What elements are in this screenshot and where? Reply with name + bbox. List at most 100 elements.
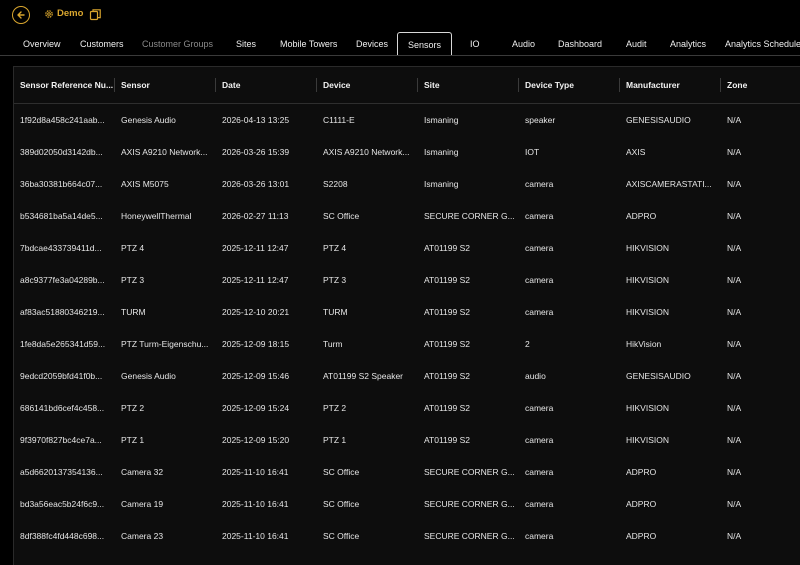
tab-dashboard[interactable]: Dashboard (558, 32, 602, 56)
cell-site: SECURE CORNER G... (424, 531, 515, 541)
cell-site: AT01199 S2 (424, 243, 470, 253)
cell-date: 2025-12-11 12:47 (222, 275, 289, 285)
cell-device-type: 2 (525, 339, 530, 349)
cell-site: AT01199 S2 (424, 435, 470, 445)
cell-sensor-reference: bd3a56eac5b24f6c9... (20, 499, 105, 509)
table-row[interactable]: 389d02050d3142db... AXIS A9210 Network...… (14, 136, 800, 168)
cell-device-type: audio (525, 371, 546, 381)
column-header-site[interactable]: Site (418, 67, 519, 103)
column-header-device[interactable]: Device (317, 67, 418, 103)
cell-sensor-reference: 9f3970f827bc4ce7a... (20, 435, 102, 445)
table-row[interactable]: 8df388fc4fd448c698... Camera 23 2025-11-10… (14, 520, 800, 552)
tab-mobile-towers[interactable]: Mobile Towers (280, 32, 337, 56)
cell-device-type: IOT (525, 147, 540, 157)
table-row[interactable]: bd3a56eac5b24f6c9... Camera 19 2025-11-10 … (14, 488, 800, 520)
tab-sensors[interactable]: Sensors (397, 32, 453, 56)
cell-sensor: AXIS M5075 (121, 179, 169, 189)
column-header-device-type[interactable]: Device Type (519, 67, 620, 103)
column-header-sensor[interactable]: Sensor (115, 67, 216, 103)
table-row[interactable]: b534681ba5a14de5... HoneywellThermal 2026-… (14, 200, 800, 232)
cell-manufacturer: ADPRO (626, 499, 657, 509)
cell-sensor: Camera 23 (121, 531, 164, 541)
tab-devices[interactable]: Devices (356, 32, 388, 56)
cell-sensor: Camera 32 (121, 467, 164, 477)
cell-device-type: camera (525, 243, 554, 253)
table-row[interactable]: a8c9377fe3a04289b... PTZ 3 2025-12-11 12:4… (14, 264, 800, 296)
cell-sensor: Camera 19 (121, 499, 164, 509)
column-header-manufacturer[interactable]: Manufacturer (620, 67, 721, 103)
cell-device: SC Office (323, 211, 360, 221)
cell-manufacturer: ADPRO (626, 211, 657, 221)
copy-icon[interactable] (89, 8, 102, 21)
cell-sensor: PTZ Turm-Eigenschu... (121, 339, 209, 349)
gear-icon (45, 9, 53, 18)
cell-zone: N/A (727, 211, 742, 221)
table-row[interactable]: 9f3970f827bc4ce7a... PTZ 1 2025-12-09 15:2… (14, 424, 800, 456)
cell-sensor-reference: af83ac51880346219... (20, 307, 105, 317)
cell-device-type: camera (525, 403, 554, 413)
cell-date: 2025-11-10 16:41 (222, 499, 289, 509)
cell-zone: N/A (727, 531, 742, 541)
cell-device: PTZ 3 (323, 275, 347, 285)
cell-date: 2025-12-09 18:15 (222, 339, 290, 349)
cell-sensor: TURM (121, 307, 146, 317)
cell-site: AT01199 S2 (424, 275, 470, 285)
cell-device: SC Office (323, 531, 360, 541)
cell-device: C1111-E (323, 115, 355, 125)
column-header-sensor-reference[interactable]: Sensor Reference Nu... (14, 67, 115, 103)
tab-overview[interactable]: Overview (23, 32, 61, 56)
cell-manufacturer: HIKVISION (626, 275, 669, 285)
cell-device-type: camera (525, 179, 554, 189)
cell-date: 2025-11-10 16:41 (222, 467, 289, 477)
table-row[interactable]: a5d6620137354136... Camera 32 2025-11-10 1… (14, 456, 800, 488)
tab-analytics[interactable]: Analytics (670, 32, 706, 56)
table-row[interactable]: 1f92d8a458c241aab... Genesis Audio 2026-04… (14, 104, 800, 136)
cell-manufacturer: HIKVISION (626, 435, 669, 445)
cell-device: SC Office (323, 499, 360, 509)
cell-device-type: camera (525, 211, 554, 221)
cell-zone: N/A (727, 115, 742, 125)
tab-customer-groups[interactable]: Customer Groups (142, 32, 213, 56)
back-button[interactable] (12, 6, 30, 24)
cell-sensor-reference: 1f92d8a458c241aab... (20, 115, 105, 125)
cell-device: PTZ 4 (323, 243, 347, 253)
tab-audio[interactable]: Audio (512, 32, 535, 56)
cell-manufacturer: HikVision (626, 339, 662, 349)
table-row[interactable]: af83ac51880346219... TURM 2025-12-10 20:21… (14, 296, 800, 328)
tab-analytics-schedule[interactable]: Analytics Schedule (725, 32, 800, 56)
cell-device-type: camera (525, 467, 554, 477)
cell-device-type: camera (525, 531, 554, 541)
cell-sensor-reference: 686141bd6cef4c458... (20, 403, 105, 413)
table-row[interactable]: 9edcd2059bfd41f0b... Genesis Audio 2025-12… (14, 360, 800, 392)
table-row[interactable]: 1fe8da5e265341d59... PTZ Turm-Eigenschu..… (14, 328, 800, 360)
tab-sites[interactable]: Sites (236, 32, 256, 56)
table-row[interactable]: 7bdcae433739411d... PTZ 4 2025-12-11 12:47… (14, 232, 800, 264)
cell-manufacturer: AXIS (626, 147, 646, 157)
cell-sensor-reference: 36ba30381b664c07... (20, 179, 103, 189)
cell-zone: N/A (727, 307, 742, 317)
tab-bar: Overview Customers Customer Groups Sites… (0, 32, 800, 56)
cell-sensor: PTZ 2 (121, 403, 145, 413)
column-header-zone[interactable]: Zone (721, 67, 800, 103)
cell-manufacturer: GENESISAUDIO (626, 371, 691, 381)
cell-device: AXIS A9210 Network... (323, 147, 410, 157)
cell-date: 2025-12-11 12:47 (222, 243, 289, 253)
tab-io[interactable]: IO (470, 32, 480, 56)
cell-date: 2026-04-13 13:25 (222, 115, 290, 125)
cell-zone: N/A (727, 499, 742, 509)
tab-customers[interactable]: Customers (80, 32, 124, 56)
cell-zone: N/A (727, 243, 742, 253)
table-row[interactable]: 686141bd6cef4c458... PTZ 2 2025-12-09 15:2… (14, 392, 800, 424)
table-row[interactable]: 36ba30381b664c07... AXIS M5075 2026-03-26 … (14, 168, 800, 200)
tab-audit[interactable]: Audit (626, 32, 647, 56)
cell-manufacturer: HIKVISION (626, 243, 669, 253)
cell-zone: N/A (727, 339, 742, 349)
cell-sensor-reference: 9edcd2059bfd41f0b... (20, 371, 103, 381)
column-header-date[interactable]: Date (216, 67, 317, 103)
cell-sensor-reference: 8df388fc4fd448c698... (20, 531, 105, 541)
top-bar: Demo (0, 0, 800, 32)
organization-selector[interactable]: Demo (44, 8, 83, 19)
cell-date: 2025-12-09 15:24 (222, 403, 290, 413)
cell-zone: N/A (727, 467, 742, 477)
cell-device: TURM (323, 307, 348, 317)
